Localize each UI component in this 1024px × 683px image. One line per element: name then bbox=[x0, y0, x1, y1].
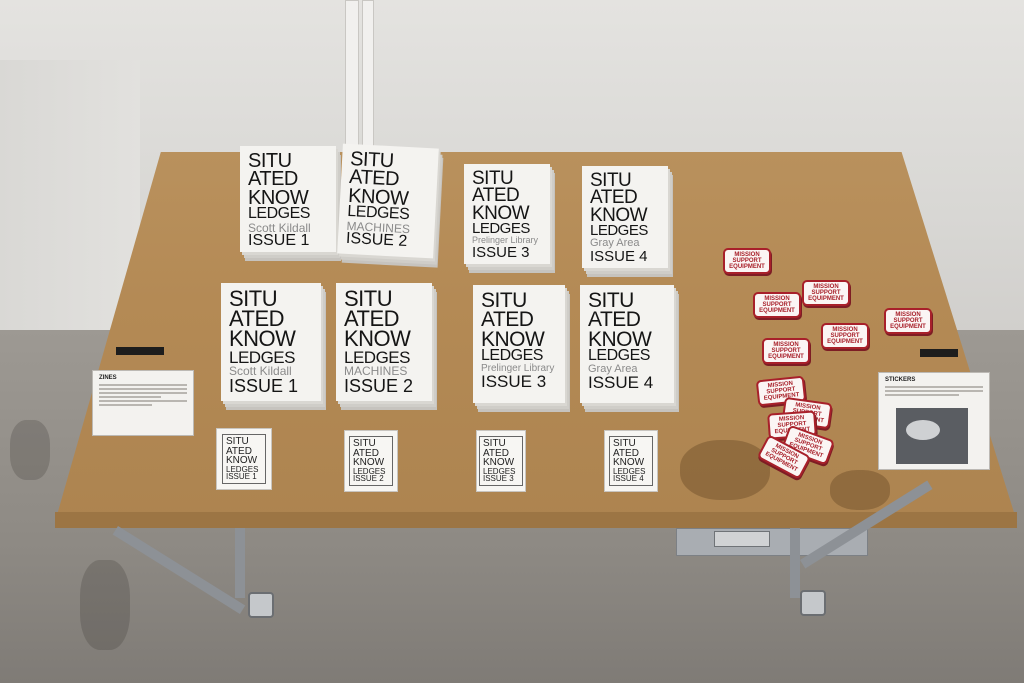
zine-title: LEDGES bbox=[248, 205, 310, 223]
zine-stack[interactable]: SITU ATED KNOW LEDGES Scott Kildall ISSU… bbox=[240, 146, 336, 252]
zine-issue: ISSUE 2 bbox=[344, 375, 414, 396]
zine-issue: ISSUE 3 bbox=[472, 243, 530, 261]
zine-issue: ISSUE 2 bbox=[345, 230, 408, 251]
stickers-heading: STICKERS bbox=[885, 377, 916, 383]
table-leg bbox=[790, 528, 800, 598]
drawer-handle bbox=[714, 531, 770, 547]
photo-object bbox=[906, 420, 940, 440]
zines-heading: ZINES bbox=[99, 375, 117, 381]
zine-title: ATED bbox=[481, 308, 534, 332]
floor-stain bbox=[80, 560, 130, 650]
table-stain bbox=[830, 470, 890, 510]
sticker[interactable]: MISSION SUPPORT EQUIPMENT bbox=[821, 323, 869, 349]
card-issue: ISSUE 4 bbox=[613, 474, 644, 484]
issue-card: SITU ATED KNOW LEDGES ISSUE 2 bbox=[344, 430, 398, 492]
zine-stack[interactable]: SITU ATED KNOW LEDGES Scott Kildall ISSU… bbox=[221, 283, 321, 401]
zine-issue: ISSUE 4 bbox=[590, 247, 648, 265]
sticker[interactable]: MISSION SUPPORT EQUIPMENT bbox=[802, 280, 850, 306]
sticker-text: EQUIPMENT bbox=[759, 308, 795, 315]
text-line bbox=[885, 394, 959, 396]
text-line bbox=[99, 396, 161, 398]
small-label-tag bbox=[116, 347, 164, 355]
issue-card: SITU ATED KNOW LEDGES ISSUE 4 bbox=[604, 430, 658, 492]
card-issue: ISSUE 1 bbox=[226, 472, 257, 482]
sticker[interactable]: MISSION SUPPORT EQUIPMENT bbox=[753, 292, 801, 318]
table-leg bbox=[235, 528, 245, 598]
sticker[interactable]: MISSION SUPPORT EQUIPMENT bbox=[762, 338, 810, 364]
issue-card-frame: SITU ATED KNOW LEDGES ISSUE 4 bbox=[609, 436, 653, 486]
sticker-text: EQUIPMENT bbox=[768, 354, 804, 361]
issue-card-frame: SITU ATED KNOW LEDGES ISSUE 1 bbox=[222, 434, 266, 484]
pipe bbox=[345, 0, 359, 152]
small-label-tag bbox=[920, 349, 958, 357]
text-line bbox=[99, 388, 187, 390]
zine-stack[interactable]: SITU ATED KNOW LEDGES Gray Area ISSUE 4 bbox=[582, 166, 668, 268]
sticker-text: EQUIPMENT bbox=[808, 296, 844, 303]
sticker-text: EQUIPMENT bbox=[827, 339, 863, 346]
sticker[interactable]: MISSION SUPPORT EQUIPMENT bbox=[723, 248, 771, 274]
zines-info-card: ZINES bbox=[92, 370, 194, 436]
sticker-text: EQUIPMENT bbox=[890, 324, 926, 331]
zine-stack[interactable]: SITU ATED KNOW LEDGES MACHINES ISSUE 2 bbox=[336, 283, 432, 401]
text-line bbox=[885, 386, 983, 388]
card-issue: ISSUE 2 bbox=[353, 474, 384, 484]
zine-title: LEDGES bbox=[588, 346, 650, 364]
zine-title: ATED bbox=[588, 308, 641, 332]
caster-wheel bbox=[248, 592, 274, 618]
zine-title: LEDGES bbox=[590, 222, 648, 240]
caster-wheel bbox=[800, 590, 826, 616]
zine-issue: ISSUE 1 bbox=[229, 375, 299, 396]
table-stain bbox=[680, 440, 770, 500]
sticker-text: EQUIPMENT bbox=[729, 264, 765, 271]
floor-stain bbox=[10, 420, 50, 480]
issue-card-frame: SITU ATED KNOW LEDGES ISSUE 3 bbox=[479, 436, 523, 486]
wall-panel bbox=[0, 60, 140, 340]
zine-issue: ISSUE 4 bbox=[588, 373, 654, 393]
zine-stack[interactable]: SITU ATED KNOW LEDGES Prelinger Library … bbox=[464, 164, 550, 264]
sticker[interactable]: MISSION SUPPORT EQUIPMENT bbox=[884, 308, 932, 334]
text-line bbox=[885, 390, 983, 392]
zine-title: LEDGES bbox=[481, 346, 543, 364]
text-line bbox=[99, 404, 152, 406]
issue-card: SITU ATED KNOW LEDGES ISSUE 1 bbox=[216, 428, 272, 490]
zine-title: KNOW bbox=[344, 326, 411, 352]
zine-stack[interactable]: SITU ATED KNOW LEDGES Prelinger Library … bbox=[473, 285, 565, 403]
zine-title: LEDGES bbox=[344, 347, 410, 367]
zine-stack[interactable]: SITU ATED KNOW LEDGES Gray Area ISSUE 4 bbox=[580, 285, 674, 403]
zine-issue: ISSUE 1 bbox=[248, 232, 310, 250]
text-line bbox=[99, 392, 187, 394]
text-line bbox=[99, 384, 187, 386]
pipe bbox=[362, 0, 374, 152]
card-issue: ISSUE 3 bbox=[483, 474, 514, 484]
sticker-photo bbox=[896, 408, 968, 464]
issue-card: SITU ATED KNOW LEDGES ISSUE 3 bbox=[476, 430, 526, 492]
zine-issue: ISSUE 3 bbox=[481, 372, 547, 392]
text-line bbox=[99, 400, 187, 402]
zine-stack[interactable]: SITU ATED KNOW LEDGES MACHINES ISSUE 2 bbox=[337, 143, 439, 259]
issue-card-frame: SITU ATED KNOW LEDGES ISSUE 2 bbox=[349, 436, 393, 486]
zine-title: KNOW bbox=[229, 326, 296, 352]
zine-title: LEDGES bbox=[472, 220, 530, 238]
zine-title: LEDGES bbox=[229, 347, 295, 367]
